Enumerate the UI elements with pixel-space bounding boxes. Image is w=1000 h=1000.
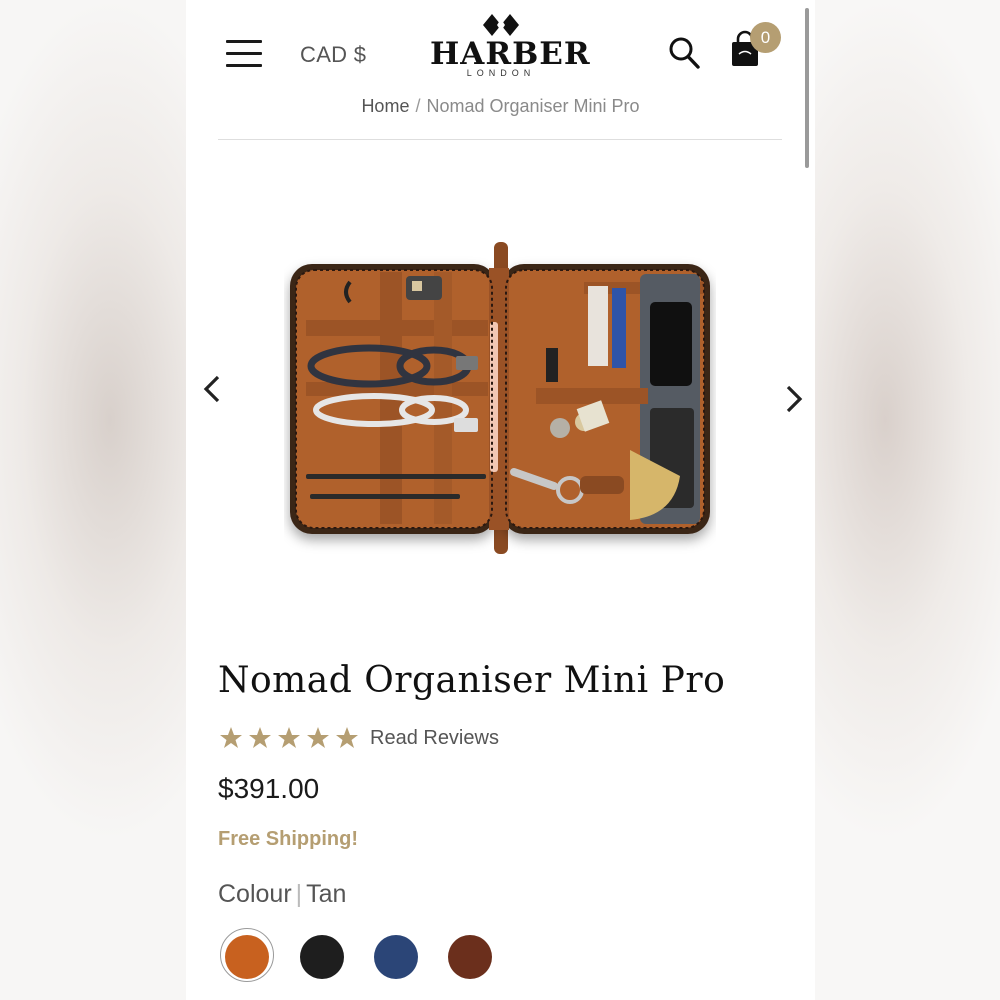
previous-image-button[interactable] (198, 374, 228, 404)
colour-selection-label: Colour | Tan (218, 880, 347, 908)
star-icon (249, 727, 271, 748)
logo-mark-icon (483, 14, 519, 36)
star-icon (336, 727, 358, 748)
star-icon (220, 727, 242, 748)
rating-stars (218, 726, 363, 752)
swatch-brown[interactable] (448, 935, 492, 979)
star-icon (307, 727, 329, 748)
breadcrumb-home-link[interactable]: Home (361, 96, 409, 116)
swatch-navy[interactable] (374, 935, 418, 979)
cart-count-badge: 0 (750, 22, 781, 53)
next-image-button[interactable] (778, 384, 808, 414)
hamburger-menu-icon (226, 40, 262, 43)
colour-label: Colour (218, 880, 292, 908)
search-button[interactable] (668, 36, 702, 72)
background-right (815, 0, 1000, 1000)
menu-button[interactable] (226, 40, 264, 68)
currency-selector[interactable]: CAD $ (300, 42, 366, 68)
background-left (0, 0, 186, 1000)
logo-wordmark: HARBER (430, 36, 591, 72)
colour-value: Tan (306, 880, 347, 908)
chevron-left-icon (203, 375, 220, 403)
logo-subtitle: LONDON (466, 68, 536, 78)
scrollbar[interactable] (805, 8, 809, 168)
search-icon (669, 37, 700, 69)
divider (218, 139, 782, 140)
read-reviews-link[interactable]: Read Reviews (370, 727, 499, 750)
swatch-tan[interactable] (225, 935, 269, 979)
breadcrumb: Home / Nomad Organiser Mini Pro (186, 96, 815, 117)
product-title: Nomad Organiser Mini Pro (218, 660, 726, 701)
star-icon (278, 727, 300, 748)
free-shipping-label: Free Shipping! (218, 828, 358, 850)
mobile-page: CAD $ HARBER LONDON 0 Home / Nomad Organis… (186, 0, 815, 1000)
swatch-black[interactable] (300, 935, 344, 979)
chevron-right-icon (786, 385, 803, 413)
product-image[interactable] (284, 238, 716, 556)
product-price: $391.00 (218, 773, 320, 804)
breadcrumb-separator: / (415, 96, 421, 116)
breadcrumb-current: Nomad Organiser Mini Pro (426, 96, 640, 116)
logo[interactable]: HARBER LONDON (430, 14, 591, 80)
